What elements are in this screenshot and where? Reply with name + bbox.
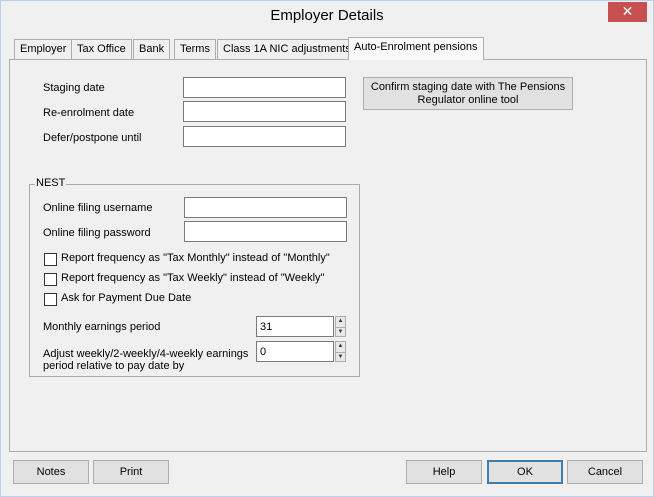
adjust-earnings-input[interactable]: [256, 341, 334, 362]
close-icon: ✕: [621, 3, 634, 19]
adjust-earnings-spinner[interactable]: ▲ ▼: [335, 341, 346, 362]
tax-monthly-label[interactable]: Report frequency as "Tax Monthly" instea…: [61, 252, 330, 264]
tab-terms[interactable]: Terms: [174, 39, 216, 59]
confirm-staging-date-button[interactable]: Confirm staging date with The Pensions R…: [363, 77, 573, 110]
tab-tax-office[interactable]: Tax Office: [71, 39, 132, 59]
notes-button[interactable]: Notes: [13, 460, 89, 484]
tax-monthly-checkbox[interactable]: [44, 253, 57, 266]
title-bar[interactable]: Employer Details ✕: [1, 1, 653, 34]
staging-date-label: Staging date: [43, 82, 105, 94]
spin-down-icon[interactable]: ▼: [336, 352, 345, 361]
payment-due-date-checkbox[interactable]: [44, 293, 57, 306]
tab-auto-enrolment-pensions[interactable]: Auto-Enrolment pensions: [348, 37, 484, 60]
spin-down-icon[interactable]: ▼: [336, 327, 345, 336]
tab-class-1a-nic[interactable]: Class 1A NIC adjustments: [217, 39, 357, 59]
reenrolment-date-input[interactable]: [183, 101, 346, 122]
cancel-button[interactable]: Cancel: [567, 460, 643, 484]
adjust-earnings-label-line1: Adjust weekly/2-weekly/4-weekly earnings: [43, 348, 249, 360]
tab-employer[interactable]: Employer: [14, 39, 73, 59]
close-button[interactable]: ✕: [608, 2, 647, 22]
tab-bank[interactable]: Bank: [133, 39, 171, 59]
payment-due-date-label[interactable]: Ask for Payment Due Date: [61, 292, 191, 304]
nest-group-title: NEST: [35, 177, 67, 189]
online-filing-password-label: Online filing password: [43, 227, 151, 239]
monthly-earnings-period-label: Monthly earnings period: [43, 321, 161, 333]
defer-until-label: Defer/postpone until: [43, 132, 142, 144]
reenrolment-date-label: Re-enrolment date: [43, 107, 135, 119]
tax-weekly-label[interactable]: Report frequency as "Tax Weekly" instead…: [61, 272, 324, 284]
online-filing-username-label: Online filing username: [43, 202, 153, 214]
online-filing-password-input[interactable]: [184, 221, 347, 242]
window-title: Employer Details: [270, 7, 384, 24]
adjust-earnings-label-line2: period relative to pay date by: [43, 360, 185, 372]
confirm-button-line1: Confirm staging date with The Pensions: [370, 80, 566, 93]
online-filing-username-input[interactable]: [184, 197, 347, 218]
spin-up-icon[interactable]: ▲: [336, 317, 345, 326]
ok-button[interactable]: OK: [487, 460, 563, 484]
monthly-earnings-period-spinner[interactable]: ▲ ▼: [335, 316, 346, 337]
monthly-earnings-period-input[interactable]: [256, 316, 334, 337]
employer-details-window: Employer Details ✕ Employer Tax Office B…: [0, 0, 654, 497]
spin-up-icon[interactable]: ▲: [336, 342, 345, 351]
defer-until-input[interactable]: [183, 126, 346, 147]
help-button[interactable]: Help: [406, 460, 482, 484]
tax-weekly-checkbox[interactable]: [44, 273, 57, 286]
staging-date-input[interactable]: [183, 77, 346, 98]
confirm-button-line2: Regulator online tool: [417, 93, 519, 106]
print-button[interactable]: Print: [93, 460, 169, 484]
